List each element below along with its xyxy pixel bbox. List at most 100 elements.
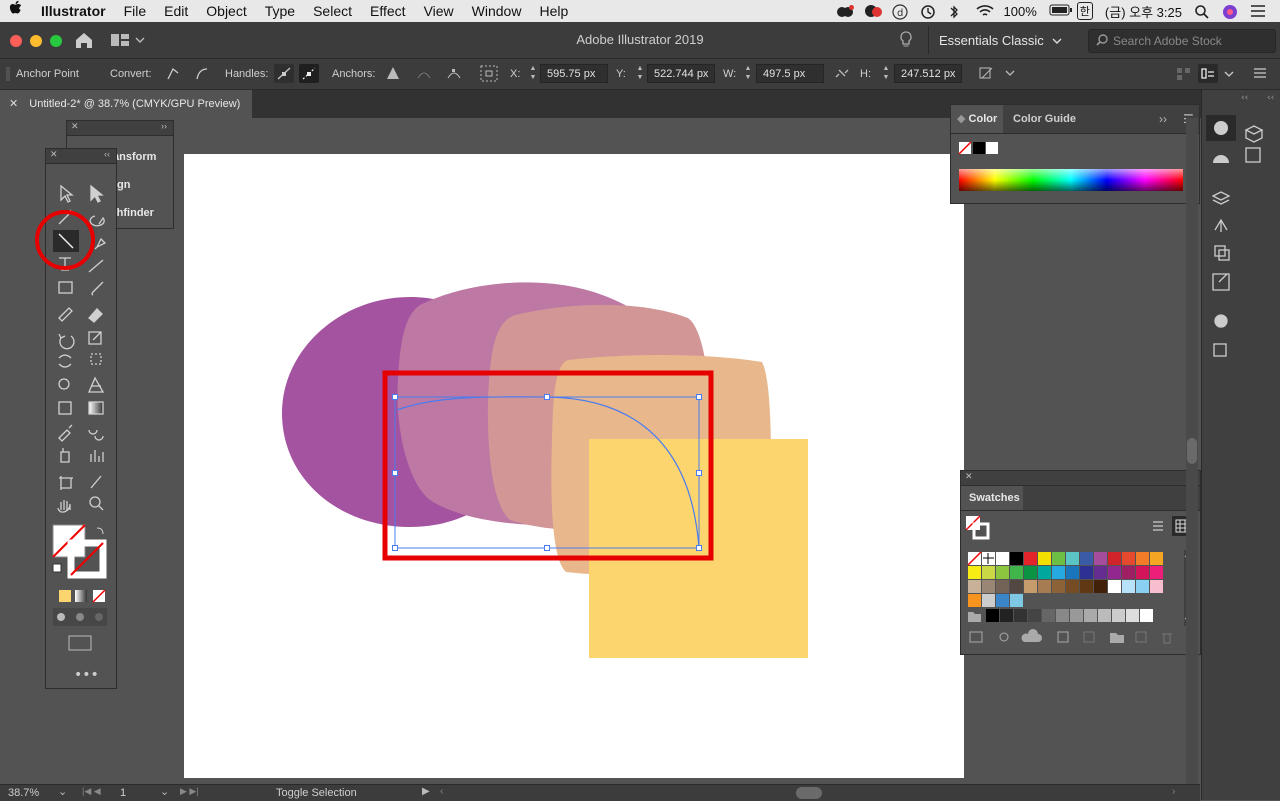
scroll-right-icon[interactable]: › bbox=[1172, 786, 1175, 797]
zoom-level[interactable]: 38.7% bbox=[8, 787, 39, 799]
gray-swatch[interactable] bbox=[1028, 609, 1041, 622]
swatch[interactable] bbox=[1010, 566, 1023, 579]
swatch[interactable] bbox=[1108, 580, 1121, 593]
swatch-grid[interactable] bbox=[960, 510, 1201, 655]
new-color-group-icon bbox=[1110, 633, 1124, 643]
status-menu-icon[interactable]: ▶ bbox=[422, 786, 430, 797]
swatch[interactable] bbox=[1122, 566, 1135, 579]
swatch[interactable] bbox=[1010, 580, 1023, 593]
gradient-mode-icon bbox=[75, 590, 87, 602]
swatch[interactable] bbox=[1010, 552, 1023, 565]
swatch[interactable] bbox=[996, 594, 1009, 607]
gray-swatch[interactable] bbox=[1084, 609, 1097, 622]
swatches-panel-header[interactable]: ✕ ‹‹ bbox=[961, 471, 1200, 486]
panel-item-pathfinder[interactable]: thfinder bbox=[113, 207, 154, 219]
swatch[interactable] bbox=[996, 566, 1009, 579]
expand-icon[interactable]: ›› bbox=[161, 121, 167, 131]
dock-icons: ‹‹ ‹‹ bbox=[1206, 93, 1274, 357]
gray-swatch[interactable] bbox=[1112, 609, 1125, 622]
swatch[interactable] bbox=[1136, 566, 1149, 579]
default-fill-stroke-icon bbox=[52, 563, 62, 573]
swatch[interactable] bbox=[1038, 580, 1051, 593]
black-swatch bbox=[973, 142, 985, 154]
swatch[interactable] bbox=[1094, 580, 1107, 593]
swatch[interactable] bbox=[1052, 580, 1065, 593]
rotate-tool-icon bbox=[58, 333, 75, 350]
swatch[interactable] bbox=[1080, 580, 1093, 593]
swatch[interactable] bbox=[1066, 580, 1079, 593]
scrollbar-thumb[interactable] bbox=[1187, 438, 1197, 464]
swatch[interactable] bbox=[982, 594, 995, 607]
swatch[interactable] bbox=[968, 580, 981, 593]
vertical-scrollbar[interactable] bbox=[1186, 118, 1198, 788]
swatch[interactable] bbox=[1024, 552, 1037, 565]
swatch-kind-icon bbox=[999, 632, 1009, 642]
artboard-dropdown-icon[interactable]: ⌄ bbox=[160, 785, 169, 798]
gray-swatch[interactable] bbox=[986, 609, 999, 622]
gray-swatch[interactable] bbox=[1070, 609, 1083, 622]
image-trace-icon bbox=[1245, 147, 1261, 163]
tab-color[interactable]: ◆ Color bbox=[951, 105, 1003, 133]
swatch[interactable] bbox=[1122, 552, 1135, 565]
bbox-handle-mr bbox=[696, 470, 702, 476]
artboard-nav-first-icon[interactable]: |◀ ◀ bbox=[82, 786, 101, 797]
bbox-handle-tr bbox=[696, 394, 702, 400]
panel-item-align[interactable]: gn bbox=[117, 179, 130, 191]
swatch[interactable] bbox=[1066, 552, 1079, 565]
gray-swatch[interactable] bbox=[1042, 609, 1055, 622]
swatch[interactable] bbox=[1108, 552, 1121, 565]
swatch[interactable] bbox=[1010, 594, 1023, 607]
swatch[interactable] bbox=[1080, 566, 1093, 579]
swatch[interactable] bbox=[1150, 552, 1163, 565]
swatch[interactable] bbox=[1136, 552, 1149, 565]
panel-header[interactable]: ✕ ›› bbox=[67, 121, 173, 136]
swatch[interactable] bbox=[1094, 566, 1107, 579]
close-icon[interactable]: ✕ bbox=[965, 471, 973, 481]
swatch[interactable] bbox=[1024, 566, 1037, 579]
dock-collapse-icon-2: ‹‹ bbox=[1267, 93, 1274, 103]
swatch[interactable] bbox=[1038, 552, 1051, 565]
expand-icon[interactable]: ›› bbox=[1159, 112, 1167, 126]
swatch[interactable] bbox=[982, 580, 995, 593]
swatch[interactable] bbox=[1066, 566, 1079, 579]
gray-swatch[interactable] bbox=[1098, 609, 1111, 622]
swatch-footer-icons bbox=[969, 629, 1172, 644]
swatch[interactable] bbox=[968, 594, 981, 607]
close-icon[interactable]: ✕ bbox=[71, 121, 79, 131]
swatch[interactable] bbox=[1108, 566, 1121, 579]
swatch[interactable] bbox=[1150, 580, 1163, 593]
tab-color-guide[interactable]: Color Guide bbox=[1013, 105, 1076, 133]
gray-swatch[interactable] bbox=[1014, 609, 1027, 622]
swatch[interactable] bbox=[1122, 580, 1135, 593]
gray-swatch[interactable] bbox=[1056, 609, 1069, 622]
tab-swatches[interactable]: Swatches bbox=[961, 486, 1023, 510]
dock-collapse-icon: ‹‹ bbox=[1241, 93, 1248, 103]
new-swatch-icon bbox=[1135, 631, 1147, 643]
swatch[interactable] bbox=[982, 566, 995, 579]
swatch[interactable] bbox=[1052, 552, 1065, 565]
width-tool-icon bbox=[58, 354, 72, 368]
swatch[interactable] bbox=[1052, 566, 1065, 579]
artboard-nav-last-icon[interactable]: ▶ ▶| bbox=[180, 786, 199, 797]
swatch[interactable] bbox=[1136, 580, 1149, 593]
swatch[interactable] bbox=[1150, 566, 1163, 579]
swatch[interactable] bbox=[1094, 552, 1107, 565]
column-graph-tool-icon bbox=[90, 450, 104, 462]
swatch[interactable] bbox=[996, 580, 1009, 593]
swatch[interactable] bbox=[1080, 552, 1093, 565]
swatch[interactable] bbox=[996, 552, 1009, 565]
panel-item-transform[interactable]: ansform bbox=[113, 151, 156, 163]
artboards-panel-icon bbox=[1214, 245, 1226, 257]
swatch[interactable] bbox=[1038, 566, 1051, 579]
status-text[interactable]: Toggle Selection bbox=[276, 787, 357, 799]
asset-export-icon bbox=[1213, 343, 1227, 357]
gray-swatch[interactable] bbox=[1140, 609, 1153, 622]
swatch[interactable] bbox=[1024, 580, 1037, 593]
zoom-dropdown-icon[interactable]: ⌄ bbox=[58, 785, 67, 798]
gray-swatch[interactable] bbox=[1000, 609, 1013, 622]
gray-swatch[interactable] bbox=[1126, 609, 1139, 622]
artboard-number[interactable]: 1 bbox=[120, 787, 126, 799]
scroll-left-icon[interactable]: ‹ bbox=[440, 786, 443, 797]
swatch[interactable] bbox=[968, 566, 981, 579]
horizontal-scroll-thumb[interactable] bbox=[796, 787, 822, 799]
